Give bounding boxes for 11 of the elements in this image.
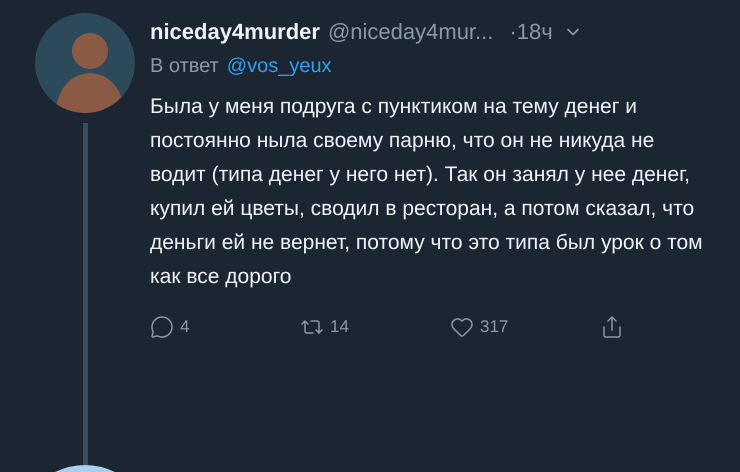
display-name[interactable]: niceday4murder (150, 18, 320, 46)
reply-label: В ответ (150, 54, 219, 79)
action-count: 14 (330, 316, 349, 338)
reply-icon[interactable] (150, 314, 174, 339)
action-count: 317 (480, 316, 508, 338)
action-count: 4 (180, 316, 190, 338)
tweet-text: Была у меня подруга с пунктиком на тему денег и постоянно ныла своему парню, что он не никуда не водит (типа денег у него нет). Так он занял у нее денег, купил ей цветы, сводил в ресторан, а потом сказал, что деньги ей не вернет, потому что это типа был урок о том как все дорого (150, 94, 704, 290)
avatar[interactable] (55, 462, 115, 472)
mention-link[interactable]: @vos_yeux (226, 52, 332, 80)
tweet-time: ·18ч (509, 18, 553, 46)
user-handle: @niceday4mur... (328, 18, 494, 46)
